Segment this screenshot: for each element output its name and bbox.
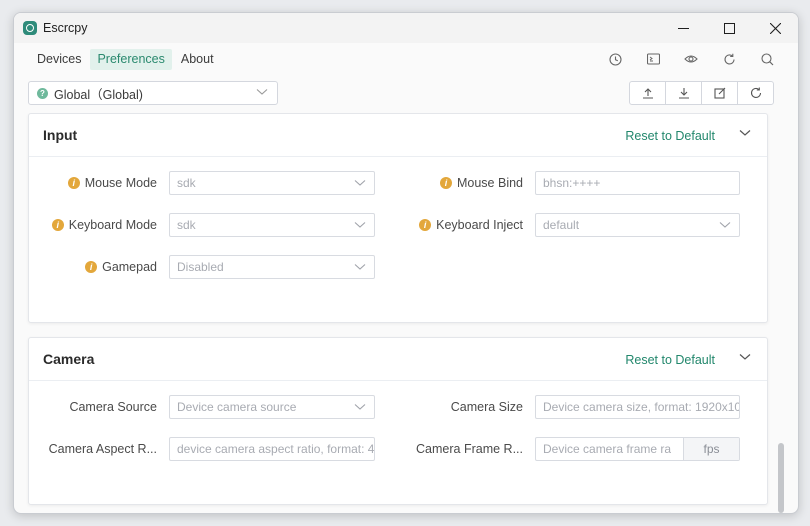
- keyboard-inject-label: i Keyboard Inject: [389, 213, 523, 237]
- input-reset-button[interactable]: Reset to Default: [625, 129, 715, 143]
- input-section: Input Reset to Default i Mouse Mode sdk …: [28, 113, 768, 323]
- history-button[interactable]: [596, 45, 634, 73]
- chevron-down-icon[interactable]: [739, 353, 751, 361]
- gamepad-select[interactable]: Disabled: [169, 255, 375, 279]
- title-bar: Escrcpy: [14, 13, 798, 43]
- menu-bar: Devices Preferences About: [14, 43, 798, 75]
- chevron-down-icon: [719, 222, 731, 228]
- menu-devices[interactable]: Devices: [30, 49, 88, 70]
- edit-button[interactable]: [702, 82, 738, 104]
- reset-all-button[interactable]: [738, 82, 773, 104]
- export-button[interactable]: [630, 82, 666, 104]
- camera-frame-input[interactable]: Device camera frame ra fps: [535, 437, 740, 461]
- camera-section-header: Camera Reset to Default: [29, 338, 767, 381]
- search-icon: [760, 52, 773, 65]
- minimize-icon: [677, 27, 689, 29]
- input-section-header: Input Reset to Default: [29, 114, 767, 157]
- camera-frame-placeholder: Device camera frame ra: [543, 442, 672, 456]
- device-selector-value: Global（Global): [54, 87, 143, 102]
- import-button[interactable]: [666, 82, 702, 104]
- fps-suffix: fps: [683, 438, 739, 460]
- scrollbar[interactable]: [778, 443, 784, 513]
- chevron-down-icon: [354, 404, 366, 410]
- help-icon: ?: [37, 87, 48, 99]
- input-section-title: Input: [43, 127, 78, 143]
- preview-button[interactable]: [672, 45, 710, 73]
- search-button[interactable]: [748, 45, 786, 73]
- edit-icon: [713, 87, 725, 99]
- chevron-down-icon[interactable]: [739, 129, 751, 137]
- keyboard-mode-value: sdk: [177, 218, 196, 232]
- camera-frame-label: Camera Frame R...: [416, 442, 523, 456]
- info-icon[interactable]: i: [51, 219, 64, 231]
- history-icon: [608, 52, 622, 66]
- menu-preferences[interactable]: Preferences: [90, 48, 172, 70]
- info-icon[interactable]: i: [419, 219, 432, 231]
- info-icon[interactable]: i: [439, 177, 452, 189]
- camera-size-input[interactable]: Device camera size, format: 1920x10: [535, 395, 740, 419]
- chevron-down-icon: [354, 180, 366, 186]
- refresh-button[interactable]: [710, 45, 748, 73]
- mouse-bind-value: bhsn:++++: [543, 176, 601, 190]
- reset-icon: [750, 87, 761, 99]
- scrollbar-thumb[interactable]: [778, 443, 784, 513]
- download-icon: [678, 88, 689, 99]
- keyboard-inject-value: default: [543, 218, 580, 232]
- chevron-down-icon: [256, 89, 268, 95]
- keyboard-mode-label: i Keyboard Mode: [29, 213, 157, 237]
- config-action-group: [629, 81, 774, 105]
- mouse-bind-label-text: Mouse Bind: [456, 176, 523, 190]
- refresh-icon: [723, 53, 735, 65]
- menu-about[interactable]: About: [174, 49, 221, 70]
- maximize-icon: [723, 22, 735, 34]
- device-selector[interactable]: ? Global（Global): [28, 81, 278, 105]
- preferences-content: Input Reset to Default i Mouse Mode sdk …: [14, 113, 798, 513]
- window-title: Escrcpy: [43, 21, 88, 35]
- camera-source-label: Camera Source: [69, 400, 157, 414]
- keyboard-inject-select[interactable]: default: [535, 213, 740, 237]
- cast-button[interactable]: [634, 45, 672, 73]
- keyboard-mode-label-text: Keyboard Mode: [68, 218, 157, 232]
- camera-size-label: Camera Size: [450, 400, 523, 414]
- app-window: Escrcpy Devices Preferences About ? Glob…: [13, 12, 799, 514]
- maximize-button[interactable]: [706, 13, 752, 43]
- camera-section: Camera Reset to Default Camera Source De…: [28, 337, 768, 505]
- camera-reset-button[interactable]: Reset to Default: [625, 353, 715, 367]
- mouse-bind-input[interactable]: bhsn:++++: [535, 171, 740, 195]
- camera-aspect-label: Camera Aspect R...: [48, 442, 157, 456]
- minimize-button[interactable]: [660, 13, 706, 43]
- upload-icon: [642, 88, 653, 99]
- chevron-down-icon: [354, 222, 366, 228]
- keyboard-mode-select[interactable]: sdk: [169, 213, 375, 237]
- keyboard-inject-label-text: Keyboard Inject: [436, 218, 523, 232]
- camera-section-title: Camera: [43, 351, 95, 367]
- mouse-mode-value: sdk: [177, 176, 196, 190]
- gamepad-label-text: Gamepad: [102, 260, 157, 274]
- window-controls: [660, 13, 798, 43]
- app-logo-icon: [23, 21, 37, 35]
- mouse-mode-label-text: Mouse Mode: [84, 176, 157, 190]
- gamepad-value: Disabled: [177, 260, 224, 274]
- chevron-down-icon: [354, 264, 366, 270]
- gamepad-label: i Gamepad: [29, 255, 157, 279]
- eye-icon: [684, 55, 698, 63]
- mouse-mode-select[interactable]: sdk: [169, 171, 375, 195]
- close-icon: [769, 22, 781, 34]
- camera-aspect-placeholder: device camera aspect ratio, format: 4: [177, 442, 374, 456]
- info-icon[interactable]: i: [85, 261, 98, 273]
- cast-icon: [646, 53, 660, 65]
- close-button[interactable]: [752, 13, 798, 43]
- camera-source-placeholder: Device camera source: [177, 400, 297, 414]
- info-icon[interactable]: i: [67, 177, 80, 189]
- camera-size-placeholder: Device camera size, format: 1920x10: [543, 400, 739, 414]
- mouse-mode-label: i Mouse Mode: [29, 171, 157, 195]
- camera-source-select[interactable]: Device camera source: [169, 395, 375, 419]
- menu-icon-group: [596, 43, 786, 75]
- camera-aspect-input[interactable]: device camera aspect ratio, format: 4: [169, 437, 375, 461]
- mouse-bind-label: i Mouse Bind: [389, 171, 523, 195]
